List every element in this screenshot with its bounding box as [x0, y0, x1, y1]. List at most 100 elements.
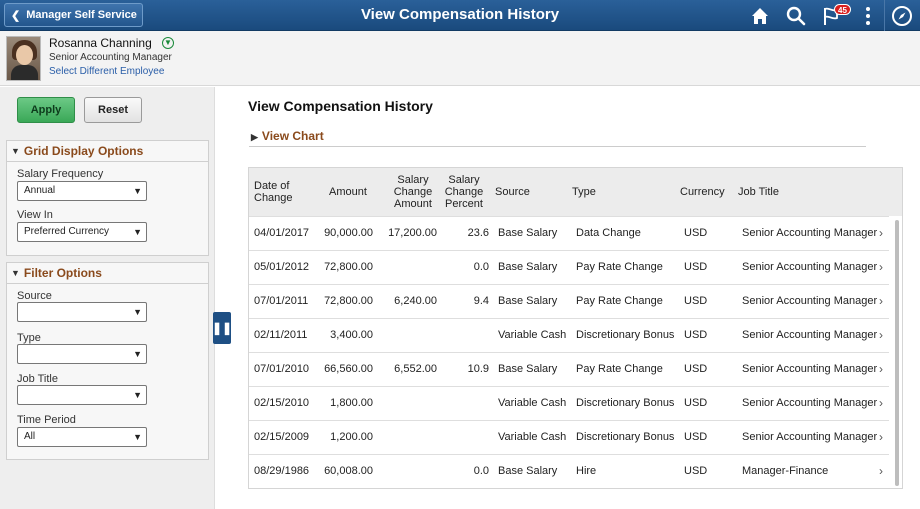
- cell-source: Variable Cash: [498, 329, 567, 341]
- grid-display-options-header[interactable]: ▼ Grid Display Options: [7, 141, 208, 162]
- dropdown-arrow-icon: ▼: [133, 227, 142, 237]
- filter-options-header[interactable]: ▼ Filter Options: [7, 263, 208, 284]
- expand-employee-icon[interactable]: ▼: [162, 37, 174, 49]
- view-in-label: View In: [17, 209, 53, 221]
- cell-type: Data Change: [576, 227, 641, 239]
- job-title-select[interactable]: ▼: [17, 385, 147, 405]
- dropdown-arrow-icon: ▼: [133, 390, 142, 400]
- cell-sca: 6,240.00: [394, 295, 437, 307]
- header-salary-change-amount[interactable]: Salary Change Amount: [387, 174, 439, 210]
- cell-date: 04/01/2017: [254, 227, 310, 239]
- back-button[interactable]: ❮ Manager Self Service: [4, 3, 143, 27]
- top-banner: ❮ Manager Self Service View Compensation…: [0, 0, 920, 31]
- cell-date: 08/29/1986: [254, 465, 310, 477]
- home-icon[interactable]: [749, 5, 771, 27]
- view-chart-toggle[interactable]: ▶ View Chart: [251, 129, 324, 143]
- cell-source: Base Salary: [498, 363, 558, 375]
- cell-source: Base Salary: [498, 261, 558, 273]
- chevron-right-icon[interactable]: ›: [879, 464, 883, 478]
- cell-currency: USD: [684, 465, 708, 477]
- type-label: Type: [17, 332, 41, 344]
- chevron-right-icon[interactable]: ›: [879, 328, 883, 342]
- chevron-right-icon[interactable]: ›: [879, 294, 883, 308]
- source-select[interactable]: ▼: [17, 302, 147, 322]
- table-row[interactable]: 05/01/2012 72,800.00 0.0 Base Salary Pay Rat…: [249, 250, 889, 284]
- type-select[interactable]: ▼: [17, 344, 147, 364]
- employee-title: Senior Accounting Manager: [49, 52, 172, 63]
- cell-date: 02/15/2010: [254, 397, 310, 409]
- header-job-title[interactable]: Job Title: [738, 186, 779, 198]
- chevron-right-icon[interactable]: ›: [879, 396, 883, 410]
- divider: [249, 146, 866, 147]
- grid-header: Date of Change Amount Salary Change Amount …: [249, 168, 902, 216]
- view-in-select[interactable]: Preferred Currency ▼: [17, 222, 147, 242]
- cell-type: Pay Rate Change: [576, 261, 663, 273]
- table-row[interactable]: 07/01/2011 72,800.00 6,240.00 9.4 Base Salar…: [249, 284, 889, 318]
- cell-currency: USD: [684, 431, 708, 443]
- compensation-history-grid: Date of Change Amount Salary Change Amount …: [248, 167, 903, 489]
- cell-amount: 90,000.00: [324, 227, 373, 239]
- select-different-employee-link[interactable]: Select Different Employee: [49, 66, 164, 77]
- more-vertical-icon[interactable]: [857, 5, 879, 27]
- cell-currency: USD: [684, 295, 708, 307]
- cell-scp: 9.4: [473, 295, 489, 307]
- dropdown-arrow-icon: ▼: [133, 307, 142, 317]
- cell-job-title: Senior Accounting Manager: [742, 261, 878, 273]
- table-row[interactable]: 08/29/1986 60,008.00 0.0 Base Salary Hire USD…: [249, 454, 889, 488]
- header-currency[interactable]: Currency: [680, 186, 725, 198]
- pause-bars-icon: ❚❚: [211, 321, 233, 335]
- cell-source: Base Salary: [498, 295, 558, 307]
- salary-frequency-value: Annual: [24, 185, 56, 196]
- table-row[interactable]: 02/11/2011 3,400.00 Variable Cash Discretio…: [249, 318, 889, 352]
- chevron-right-icon[interactable]: ›: [879, 226, 883, 240]
- vertical-scrollbar[interactable]: [895, 220, 899, 486]
- cell-job-title: Senior Accounting Manager: [742, 295, 878, 307]
- cell-scp: 0.0: [473, 261, 489, 273]
- filter-options-group: ▼ Filter Options Source ▼ Type ▼ Job Tit…: [6, 262, 209, 460]
- chevron-right-icon[interactable]: ›: [879, 260, 883, 274]
- salary-frequency-label: Salary Frequency: [17, 168, 104, 180]
- header-type[interactable]: Type: [572, 186, 596, 198]
- header-date-of-change[interactable]: Date of Change: [254, 180, 293, 204]
- notification-count-badge: 45: [834, 4, 851, 15]
- cell-currency: USD: [684, 397, 708, 409]
- cell-amount: 60,008.00: [324, 465, 373, 477]
- table-row[interactable]: 02/15/2009 1,200.00 Variable Cash Discretio…: [249, 420, 889, 454]
- compass-icon[interactable]: [891, 5, 913, 27]
- chevron-right-icon[interactable]: ›: [879, 362, 883, 376]
- cell-source: Variable Cash: [498, 397, 567, 409]
- time-period-label: Time Period: [17, 414, 76, 426]
- cell-amount: 66,560.00: [324, 363, 373, 375]
- time-period-value: All: [24, 431, 36, 442]
- header-amount[interactable]: Amount: [329, 186, 367, 198]
- table-row[interactable]: 02/15/2010 1,800.00 Variable Cash Discretio…: [249, 386, 889, 420]
- cell-type: Discretionary Bonus: [576, 397, 675, 409]
- employee-header: Rosanna Channing ▼ Senior Accounting Man…: [0, 31, 920, 86]
- apply-button[interactable]: Apply: [17, 97, 75, 123]
- header-salary-change-percent[interactable]: Salary Change Percent: [442, 174, 486, 210]
- view-chart-label: View Chart: [261, 129, 324, 143]
- cell-date: 07/01/2010: [254, 363, 310, 375]
- collapse-triangle-icon: ▼: [11, 146, 20, 156]
- collapse-panel-button[interactable]: ❚❚: [211, 312, 233, 344]
- section-title: View Compensation History: [248, 98, 433, 114]
- table-row[interactable]: 04/01/2017 90,000.00 17,200.00 23.6 Base Sal…: [249, 216, 889, 250]
- search-icon[interactable]: [785, 5, 807, 27]
- chevron-right-icon[interactable]: ›: [879, 430, 883, 444]
- filter-options-label: Filter Options: [23, 266, 102, 280]
- view-in-value: Preferred Currency: [24, 226, 110, 237]
- header-source[interactable]: Source: [495, 186, 530, 198]
- reset-button[interactable]: Reset: [84, 97, 142, 123]
- cell-type: Pay Rate Change: [576, 295, 663, 307]
- time-period-select[interactable]: All ▼: [17, 427, 147, 447]
- employee-name: Rosanna Channing: [49, 36, 152, 50]
- grid-display-options-label: Grid Display Options: [23, 144, 144, 158]
- cell-job-title: Senior Accounting Manager: [742, 431, 878, 443]
- cell-job-title: Senior Accounting Manager: [742, 363, 878, 375]
- avatar: [6, 36, 41, 81]
- cell-sca: 6,552.00: [394, 363, 437, 375]
- salary-frequency-select[interactable]: Annual ▼: [17, 181, 147, 201]
- collapse-triangle-icon: ▼: [11, 268, 20, 278]
- cell-type: Hire: [576, 465, 597, 477]
- table-row[interactable]: 07/01/2010 66,560.00 6,552.00 10.9 Base Sala…: [249, 352, 889, 386]
